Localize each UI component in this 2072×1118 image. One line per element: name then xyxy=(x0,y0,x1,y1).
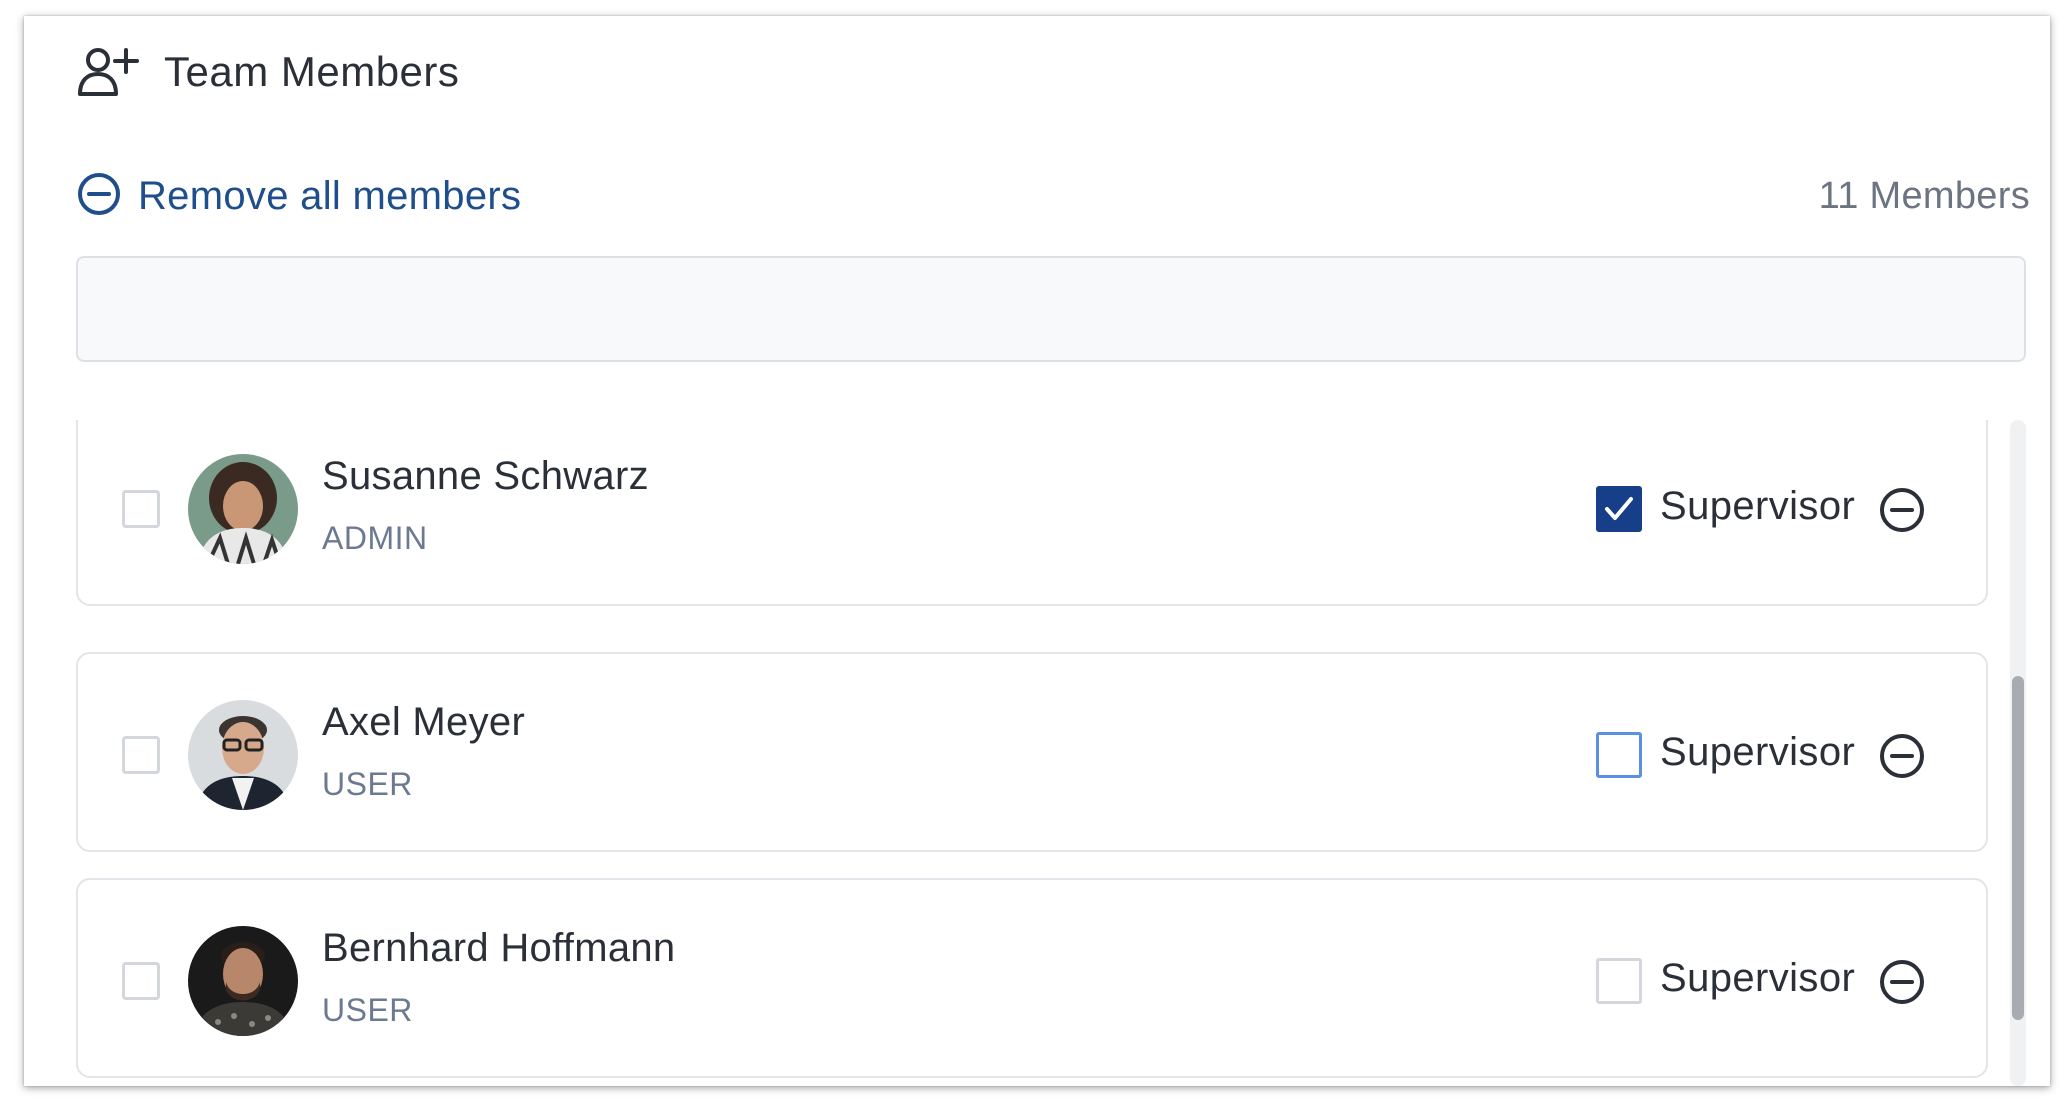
member-search-input[interactable] xyxy=(76,256,2026,362)
action-row: Remove all members 11 Members xyxy=(76,166,2030,226)
member-select-checkbox[interactable] xyxy=(122,962,160,1000)
remove-member-button[interactable] xyxy=(1878,958,1926,1006)
member-name: Bernhard Hoffmann xyxy=(322,926,676,970)
member-role: USER xyxy=(322,992,413,1028)
remove-member-button[interactable] xyxy=(1878,486,1926,534)
member-row: Axel Meyer USER Supervisor xyxy=(76,652,1988,852)
member-list-scrollbar[interactable] xyxy=(2010,420,2026,1086)
supervisor-label: Supervisor xyxy=(1660,484,1856,528)
member-select-checkbox[interactable] xyxy=(122,736,160,774)
supervisor-checkbox[interactable] xyxy=(1596,732,1642,778)
avatar xyxy=(188,926,298,1036)
avatar xyxy=(188,700,298,810)
scrollbar-thumb[interactable] xyxy=(2012,676,2024,1020)
panel-title: Team Members xyxy=(164,48,460,95)
remove-all-members-label: Remove all members xyxy=(138,173,522,218)
minus-circle-icon xyxy=(1880,960,1924,1004)
supervisor-label: Supervisor xyxy=(1660,730,1856,774)
minus-circle-icon xyxy=(1880,488,1924,532)
panel-header: Team Members xyxy=(76,40,459,104)
member-name: Susanne Schwarz xyxy=(322,454,649,498)
minus-circle-icon xyxy=(1880,734,1924,778)
member-list[interactable]: Susanne Schwarz ADMIN Supervisor Axel Me… xyxy=(76,420,2030,1086)
team-members-panel: Team Members Remove all members 11 Membe… xyxy=(24,16,2050,1086)
member-row: Bernhard Hoffmann USER Supervisor xyxy=(76,878,1988,1078)
checkmark-icon xyxy=(1605,497,1633,520)
member-count: 11 Members xyxy=(1818,174,2030,217)
avatar xyxy=(188,454,298,564)
remove-all-members-button[interactable]: Remove all members xyxy=(76,171,521,222)
supervisor-checkbox[interactable] xyxy=(1596,486,1642,532)
user-plus-icon xyxy=(76,44,144,100)
member-select-checkbox[interactable] xyxy=(122,490,160,528)
member-role: ADMIN xyxy=(322,520,428,556)
member-row: Susanne Schwarz ADMIN Supervisor xyxy=(76,420,1988,606)
member-name: Axel Meyer xyxy=(322,700,526,744)
member-role: USER xyxy=(322,766,413,802)
supervisor-label: Supervisor xyxy=(1660,956,1856,1000)
supervisor-checkbox[interactable] xyxy=(1596,958,1642,1004)
remove-member-button[interactable] xyxy=(1878,732,1926,780)
minus-circle-icon xyxy=(76,171,122,222)
